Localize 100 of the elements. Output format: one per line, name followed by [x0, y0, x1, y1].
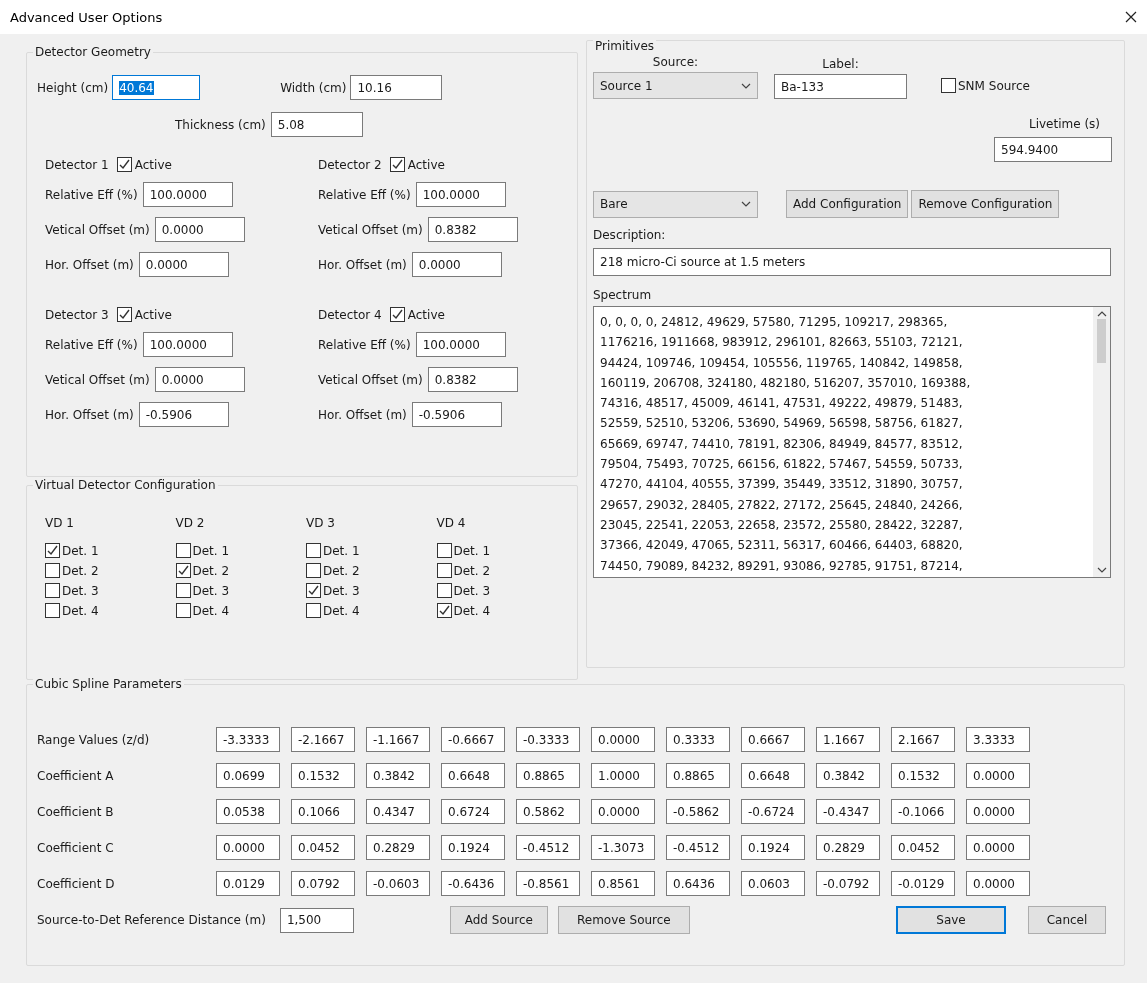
checkbox[interactable] [306, 543, 321, 558]
checkbox[interactable] [306, 563, 321, 578]
text-field[interactable]: 0.6667 [741, 727, 805, 752]
checkbox[interactable] [306, 583, 321, 598]
text-field[interactable]: -0.0129 [891, 871, 955, 896]
text-field[interactable]: -0.4512 [666, 835, 730, 860]
source-button[interactable]: Remove Source [557, 906, 690, 934]
checkbox[interactable] [116, 307, 132, 322]
text-field[interactable]: 0.3333 [666, 727, 730, 752]
text-field[interactable]: -0.5906 [138, 402, 229, 427]
text-field[interactable]: -0.0603 [366, 871, 430, 896]
checkbox[interactable] [436, 563, 452, 578]
text-field[interactable]: 0.6648 [741, 763, 805, 788]
text-field[interactable]: 0.0000 [591, 799, 655, 824]
text-field[interactable]: 0.8382 [427, 217, 518, 242]
text-field[interactable]: 0.0452 [891, 835, 955, 860]
text-field[interactable]: 0.0000 [966, 871, 1030, 896]
text-field[interactable]: -0.4347 [816, 799, 880, 824]
text-field[interactable]: 0.0000 [966, 763, 1030, 788]
dialog-button[interactable]: Cancel [1028, 906, 1106, 934]
text-field[interactable]: 40.64 [112, 75, 201, 100]
text-field[interactable]: -0.6436 [441, 871, 505, 896]
text-field[interactable]: -2.1667 [291, 727, 355, 752]
text-field[interactable]: -0.6724 [741, 799, 805, 824]
configuration-button[interactable]: Remove Configuration [911, 190, 1060, 218]
text-field[interactable]: 1.1667 [816, 727, 880, 752]
text-field[interactable]: 0.0000 [154, 367, 245, 392]
text-field[interactable]: 1,500 [279, 907, 354, 933]
dialog-button[interactable]: Save [896, 906, 1006, 934]
text-field[interactable]: 0.2829 [366, 835, 430, 860]
checkbox[interactable] [45, 583, 60, 598]
checkbox[interactable] [175, 583, 191, 598]
text-field[interactable]: 0.5862 [516, 799, 580, 824]
text-field[interactable]: 1.0000 [591, 763, 655, 788]
text-field[interactable]: 0.3842 [366, 763, 430, 788]
text-field[interactable]: 0.1924 [741, 835, 805, 860]
text-field[interactable]: 0.0000 [411, 252, 502, 277]
text-field[interactable]: 0.1532 [291, 763, 355, 788]
text-field[interactable]: Ba-133 [774, 74, 907, 99]
checkbox[interactable] [116, 157, 132, 172]
text-field[interactable]: -0.3333 [516, 727, 580, 752]
text-field[interactable]: -1.1667 [366, 727, 430, 752]
text-field[interactable]: -0.8561 [516, 871, 580, 896]
scrollbar-thumb[interactable] [1097, 319, 1106, 363]
text-field[interactable]: 0.0538 [216, 799, 280, 824]
text-area[interactable] [593, 306, 1111, 578]
text-field[interactable]: 0.8382 [427, 367, 518, 392]
text-field[interactable]: 0.0000 [591, 727, 655, 752]
text-field[interactable]: 0.0452 [291, 835, 355, 860]
text-field[interactable]: -0.5906 [411, 402, 502, 427]
text-field[interactable]: 0.0792 [291, 871, 355, 896]
checkbox[interactable] [45, 543, 60, 558]
text-field[interactable]: -3.3333 [216, 727, 280, 752]
text-field[interactable]: 0.8865 [666, 763, 730, 788]
text-field[interactable]: 0.1532 [891, 763, 955, 788]
checkbox[interactable] [306, 603, 321, 618]
checkbox[interactable] [45, 563, 60, 578]
checkbox[interactable] [389, 157, 405, 172]
text-field[interactable]: 0.6436 [666, 871, 730, 896]
checkbox[interactable] [436, 583, 452, 598]
chevron-up-icon[interactable] [1096, 311, 1107, 317]
text-field[interactable]: 0.0000 [966, 835, 1030, 860]
text-field[interactable]: 218 micro-Ci source at 1.5 meters [593, 248, 1111, 276]
configuration-button[interactable]: Add Configuration [786, 190, 909, 218]
text-field[interactable]: 0.0000 [216, 835, 280, 860]
text-field[interactable]: 594.9400 [994, 137, 1112, 162]
checkbox[interactable] [175, 603, 191, 618]
text-field[interactable]: 0.8865 [516, 763, 580, 788]
text-field[interactable]: 0.4347 [366, 799, 430, 824]
checkbox[interactable] [175, 543, 191, 558]
checkbox[interactable] [436, 603, 452, 618]
text-field[interactable]: 0.0699 [216, 763, 280, 788]
checkbox[interactable] [941, 78, 956, 93]
text-field[interactable]: 100.0000 [142, 332, 233, 357]
text-field[interactable]: 0.2829 [816, 835, 880, 860]
checkbox[interactable] [436, 543, 452, 558]
text-field[interactable]: -0.1066 [891, 799, 955, 824]
text-field[interactable]: 0.3842 [816, 763, 880, 788]
checkbox[interactable] [175, 563, 191, 578]
text-field[interactable]: -1.3073 [591, 835, 655, 860]
text-field[interactable]: 0.8561 [591, 871, 655, 896]
text-field[interactable]: 0.0000 [966, 799, 1030, 824]
text-field[interactable]: -0.5862 [666, 799, 730, 824]
text-field[interactable]: 100.0000 [415, 332, 506, 357]
text-field[interactable]: -0.4512 [516, 835, 580, 860]
text-field[interactable]: 3.3333 [966, 727, 1030, 752]
text-field[interactable]: 100.0000 [142, 182, 233, 207]
text-field[interactable]: -0.6667 [441, 727, 505, 752]
close-icon[interactable] [1125, 11, 1137, 23]
text-field[interactable]: 0.1924 [441, 835, 505, 860]
text-field[interactable]: 0.0129 [216, 871, 280, 896]
dropdown[interactable]: Bare [593, 190, 758, 218]
source-button[interactable]: Add Source [449, 906, 548, 934]
dropdown[interactable]: Source 1 [593, 72, 758, 99]
text-field[interactable]: 0.1066 [291, 799, 355, 824]
text-field[interactable]: 100.0000 [415, 182, 506, 207]
checkbox[interactable] [45, 603, 60, 618]
text-field[interactable]: 2.1667 [891, 727, 955, 752]
scrollbar[interactable] [1093, 307, 1110, 577]
text-field[interactable]: 10.16 [350, 75, 443, 100]
